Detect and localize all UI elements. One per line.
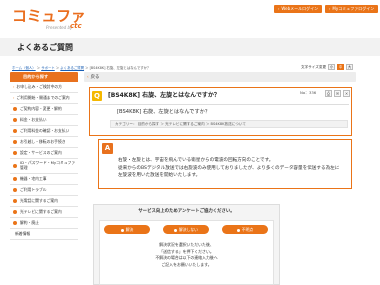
sidebar-sub-news[interactable]: 新着情報 [10, 229, 78, 240]
chevron-right-icon: › [13, 84, 15, 89]
sidebar-item-cancel[interactable]: 解約・廃止 [10, 218, 78, 229]
sidebar-item-hikari-tv[interactable]: 光テレビに関するご案内 [10, 207, 78, 218]
back-bar [84, 72, 356, 82]
survey-option-unclear[interactable]: 不明点 [222, 225, 268, 234]
question-number: No：336 [300, 90, 317, 95]
print-icon[interactable]: ⎙ [325, 90, 332, 97]
sidebar-item-label: 機器・宅内工事 [20, 175, 47, 181]
radio-icon [174, 228, 177, 232]
bullet-icon [13, 188, 17, 192]
sidebar-item-label: 解約・廃止 [20, 219, 39, 225]
sidebar-item-settings[interactable]: 設定・サービスのご案内 [10, 148, 78, 159]
bullet-icon [13, 129, 17, 133]
radio-icon [236, 228, 240, 232]
sidebar-item-label: 料金・お支払い [20, 116, 47, 122]
bullet-icon [13, 177, 17, 181]
bullet-icon [13, 107, 17, 111]
sidebar-item-billing[interactable]: ご利用料金の確認・お支払い [10, 126, 78, 137]
mycomufa-login-link[interactable]: › Myコミュファログイン [325, 5, 379, 13]
survey-option-label: 解決 [125, 227, 134, 232]
mail-icon[interactable]: ✉ [334, 90, 341, 97]
radio-icon [120, 228, 124, 232]
font-size-large-button[interactable]: 大 [346, 64, 354, 70]
breadcrumb: ホーム（個人） ＞ サポート ＞ よくあるご質問 ＞ [BS4K8K] 右旋、左… [12, 66, 151, 70]
page-title: よくあるご質問 [17, 43, 73, 52]
sidebar-item-contract[interactable]: ご契約内容・変更・解約 [10, 104, 78, 115]
divider [92, 104, 349, 105]
answer-line: 右旋・左旋とは、宇宙を飛んでいる衛星からの電波の回転方向のことです。 [118, 158, 274, 163]
survey-instructions: 解決状況を選択いただいた後、 「送信する」を押下ください。 不解決の場合は以下の… [99, 242, 274, 268]
survey-line: ご記入をお願いいたします。 [161, 261, 212, 267]
font-size-control: 文字サイズ変更 小 中 大 [301, 64, 354, 70]
sidebar-item-moving[interactable]: お引越し・移転のお手続き [10, 137, 78, 148]
bullet-icon [13, 118, 17, 122]
sidebar-item-label: ご利用トラブル [20, 186, 47, 192]
sidebar-item-label: ご利用料金の確認・お支払い [20, 127, 70, 133]
mycomufa-login-label: Myコミュファログイン [332, 6, 375, 11]
bullet-icon [13, 210, 17, 214]
sidebar-item-id-password[interactable]: ID・パスワード・Myコミュファ管理 [10, 159, 78, 174]
answer-line: 左旋波を用いた放送を開始いたします。 [118, 173, 201, 178]
bullet-icon [13, 151, 17, 155]
webmail-login-link[interactable]: › Webメールログイン [274, 5, 323, 13]
back-label: 戻る [90, 75, 100, 80]
sidebar-item-label: ご利用開始・開通までのご案内 [16, 94, 70, 100]
sidebar-item-fees[interactable]: 料金・お支払い [10, 115, 78, 126]
breadcrumb-link-home[interactable]: ホーム（個人） [12, 66, 36, 70]
sidebar-item-application[interactable]: › お申し込み・ご検討中の方 [10, 82, 78, 93]
chevron-right-icon: › [13, 95, 15, 100]
font-size-medium-button[interactable]: 中 [337, 64, 345, 70]
sidebar-item-label: お引越し・移転のお手続き [20, 138, 66, 144]
sidebar-item-label: 光テレビに関するご案内 [20, 208, 62, 214]
survey-option-label: 不明点 [241, 227, 254, 232]
answer-badge: A [102, 143, 113, 154]
bullet-icon [13, 164, 17, 168]
logo-sub-text: Presented by [46, 25, 73, 30]
question-subtitle: [BS4K8K] 右旋、左旋とはなんですか？ [117, 109, 211, 115]
bullet-icon [13, 140, 17, 144]
sidebar-item-trouble[interactable]: ご利用トラブル [10, 185, 78, 196]
sidebar-item-label: お申し込み・ご検討中の方 [16, 83, 62, 89]
question-title: [BS4K8K] 右旋、左旋とはなんですか？ [108, 92, 220, 99]
sidebar-item-equipment[interactable]: 機器・宅内工事 [10, 174, 78, 185]
breadcrumb-link-faq[interactable]: よくあるご質問 [60, 66, 84, 70]
close-icon[interactable]: ✕ [343, 90, 350, 97]
survey-option-label: 解決しない [179, 227, 198, 232]
font-size-small-button[interactable]: 小 [328, 64, 336, 70]
sidebar-item-label: 設定・サービスのご案内 [20, 149, 62, 155]
sidebar-item-label: ご契約内容・変更・解約 [20, 105, 62, 111]
comufa-logo[interactable]: コミュファ Presented by ctc [12, 8, 112, 34]
sidebar-item-label: ID・パスワード・Myコミュファ管理 [20, 160, 76, 170]
font-size-label: 文字サイズ変更 [301, 64, 327, 69]
answer-text: 右旋・左旋とは、宇宙を飛んでいる衛星からの電波の回転方向のことです。 従来からの… [118, 157, 344, 180]
bullet-icon [13, 221, 17, 225]
breadcrumb-current: [BS4K8K] 右旋、左旋とはなんですか？ [89, 66, 151, 70]
survey-title: サービス向上のためアンケートご協力ください。 [138, 209, 235, 214]
sidebar-item-label: 光電話に関するご案内 [20, 197, 58, 203]
back-link[interactable]: ‹ 戻る [87, 74, 99, 81]
answer-line: 従来からのBSデジタル放送では右旋波のみ使用しておりましたが、より多くのデータ容… [118, 165, 340, 171]
sidebar-title: 目的から探す [10, 72, 78, 82]
chevron-right-icon: › [278, 7, 280, 11]
chevron-right-icon: › [329, 7, 331, 11]
chevron-left-icon: ‹ [87, 74, 89, 79]
question-badge: Q [92, 91, 102, 101]
category-breadcrumb[interactable]: カテゴリー： 目的から探す ＞ 光テレビに関するご案内 ＞ BS4K8K放送につ… [110, 120, 348, 128]
breadcrumb-link-support[interactable]: サポート [41, 66, 55, 70]
sidebar: 目的から探す › お申し込み・ご検討中の方 › ご利用開始・開通までのご案内 ご契約… [10, 72, 78, 240]
survey-option-solved[interactable]: 解決 [104, 225, 150, 234]
logo-main-text: コミュファ [12, 7, 86, 25]
webmail-login-label: Webメールログイン [281, 6, 319, 11]
sidebar-item-start[interactable]: › ご利用開始・開通までのご案内 [10, 93, 78, 104]
logo-ctc-text: ctc [70, 22, 82, 30]
bullet-icon [13, 199, 17, 203]
sidebar-item-hikari-phone[interactable]: 光電話に関するご案内 [10, 196, 78, 207]
survey-option-unsolved[interactable]: 解決しない [163, 225, 209, 234]
